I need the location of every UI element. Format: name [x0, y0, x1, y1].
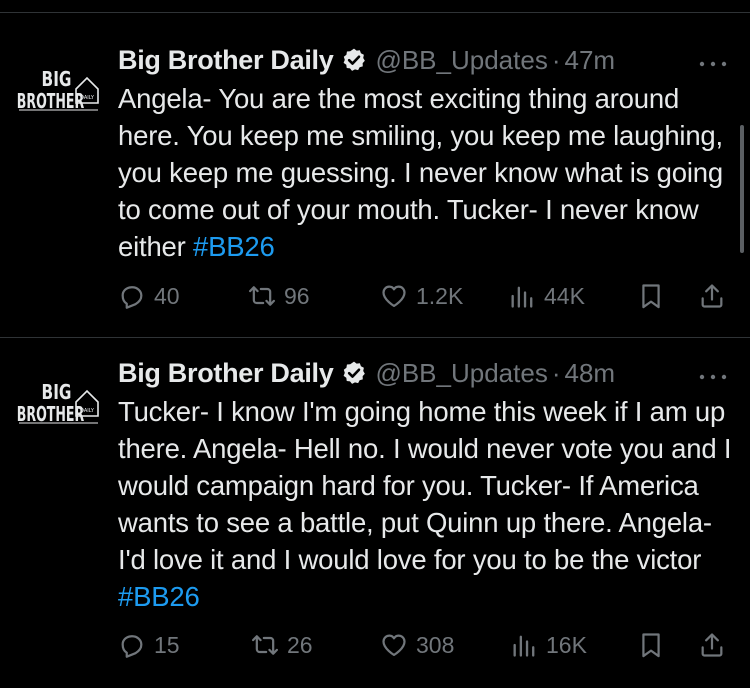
like-count: 308 — [416, 631, 455, 658]
heart-icon — [382, 285, 406, 308]
timestamp[interactable]: 48m — [565, 358, 616, 389]
author-handle[interactable]: @BB_Updates — [375, 358, 547, 389]
views-count: 16K — [546, 631, 587, 658]
bookmark-icon — [642, 284, 660, 309]
more-dots-icon[interactable] — [698, 372, 728, 382]
share-button[interactable] — [698, 276, 726, 316]
repost-icon — [248, 286, 276, 306]
reply-count: 40 — [154, 282, 180, 309]
author-name[interactable]: Big Brother Daily — [118, 358, 334, 389]
verified-badge-icon — [344, 361, 366, 384]
author-name[interactable]: Big Brother Daily — [118, 45, 334, 76]
share-icon — [701, 284, 723, 308]
svg-text:BIG: BIG — [42, 69, 72, 92]
timestamp[interactable]: 47m — [565, 45, 616, 76]
views-bar-icon — [511, 286, 533, 308]
svg-text:DAILY: DAILY — [80, 95, 95, 101]
avatar[interactable]: BIG BROTHER DAILY — [14, 371, 104, 441]
tweet-card[interactable]: BIG BROTHER DAILY Big Brother Daily @BB_… — [0, 338, 750, 688]
bookmark-button[interactable] — [637, 276, 665, 316]
like-button[interactable]: 308 — [380, 625, 454, 665]
views-bar-icon — [513, 635, 535, 657]
views-button[interactable]: 16K — [510, 625, 587, 665]
verified-badge-icon — [344, 48, 366, 71]
separator-dot: · — [551, 357, 561, 388]
heart-icon — [382, 634, 406, 657]
tweet-header: Big Brother Daily @BB_Updates · 47m — [118, 42, 730, 78]
repost-count: 26 — [287, 631, 313, 658]
reply-button[interactable]: 15 — [118, 625, 180, 665]
tweet-card[interactable]: BIG BROTHER DAILY Big Brother Daily @BB_… — [0, 13, 750, 337]
repost-button[interactable]: 96 — [248, 276, 310, 316]
reply-icon — [121, 635, 143, 658]
svg-text:DAILY: DAILY — [80, 408, 95, 414]
share-button[interactable] — [698, 625, 726, 665]
views-button[interactable]: 44K — [508, 276, 585, 316]
tweet-text: Angela- You are the most exciting thing … — [118, 80, 738, 265]
repost-icon — [251, 635, 279, 655]
hashtag-link[interactable]: #BB26 — [118, 581, 200, 612]
big-brother-daily-logo: BIG BROTHER DAILY — [17, 382, 99, 427]
tweet-actions: 40 96 1.2K 44K — [118, 276, 730, 316]
views-count: 44K — [544, 282, 585, 309]
repost-button[interactable]: 26 — [251, 625, 313, 665]
more-dots-icon[interactable] — [698, 59, 728, 69]
reply-icon — [121, 286, 143, 309]
scrollbar[interactable] — [740, 125, 744, 253]
avatar[interactable]: BIG BROTHER DAILY — [14, 58, 104, 128]
reply-button[interactable]: 40 — [118, 276, 180, 316]
like-button[interactable]: 1.2K — [380, 276, 463, 316]
tweet-actions: 15 26 308 16K — [118, 625, 730, 665]
svg-text:BIG: BIG — [42, 382, 72, 405]
bookmark-icon — [642, 633, 660, 658]
separator-dot: · — [551, 44, 561, 75]
repost-count: 96 — [284, 282, 310, 309]
tweet-header: Big Brother Daily @BB_Updates · 48m — [118, 355, 730, 391]
tweet-text-content: Tucker- I know I'm going home this week … — [118, 396, 732, 575]
author-handle[interactable]: @BB_Updates — [375, 45, 547, 76]
bookmark-button[interactable] — [637, 625, 665, 665]
hashtag-link[interactable]: #BB26 — [193, 231, 275, 262]
like-count: 1.2K — [416, 282, 464, 309]
tweet-text: Tucker- I know I'm going home this week … — [118, 393, 738, 615]
big-brother-daily-logo: BIG BROTHER DAILY — [17, 69, 99, 114]
share-icon — [701, 633, 723, 657]
reply-count: 15 — [154, 631, 180, 658]
